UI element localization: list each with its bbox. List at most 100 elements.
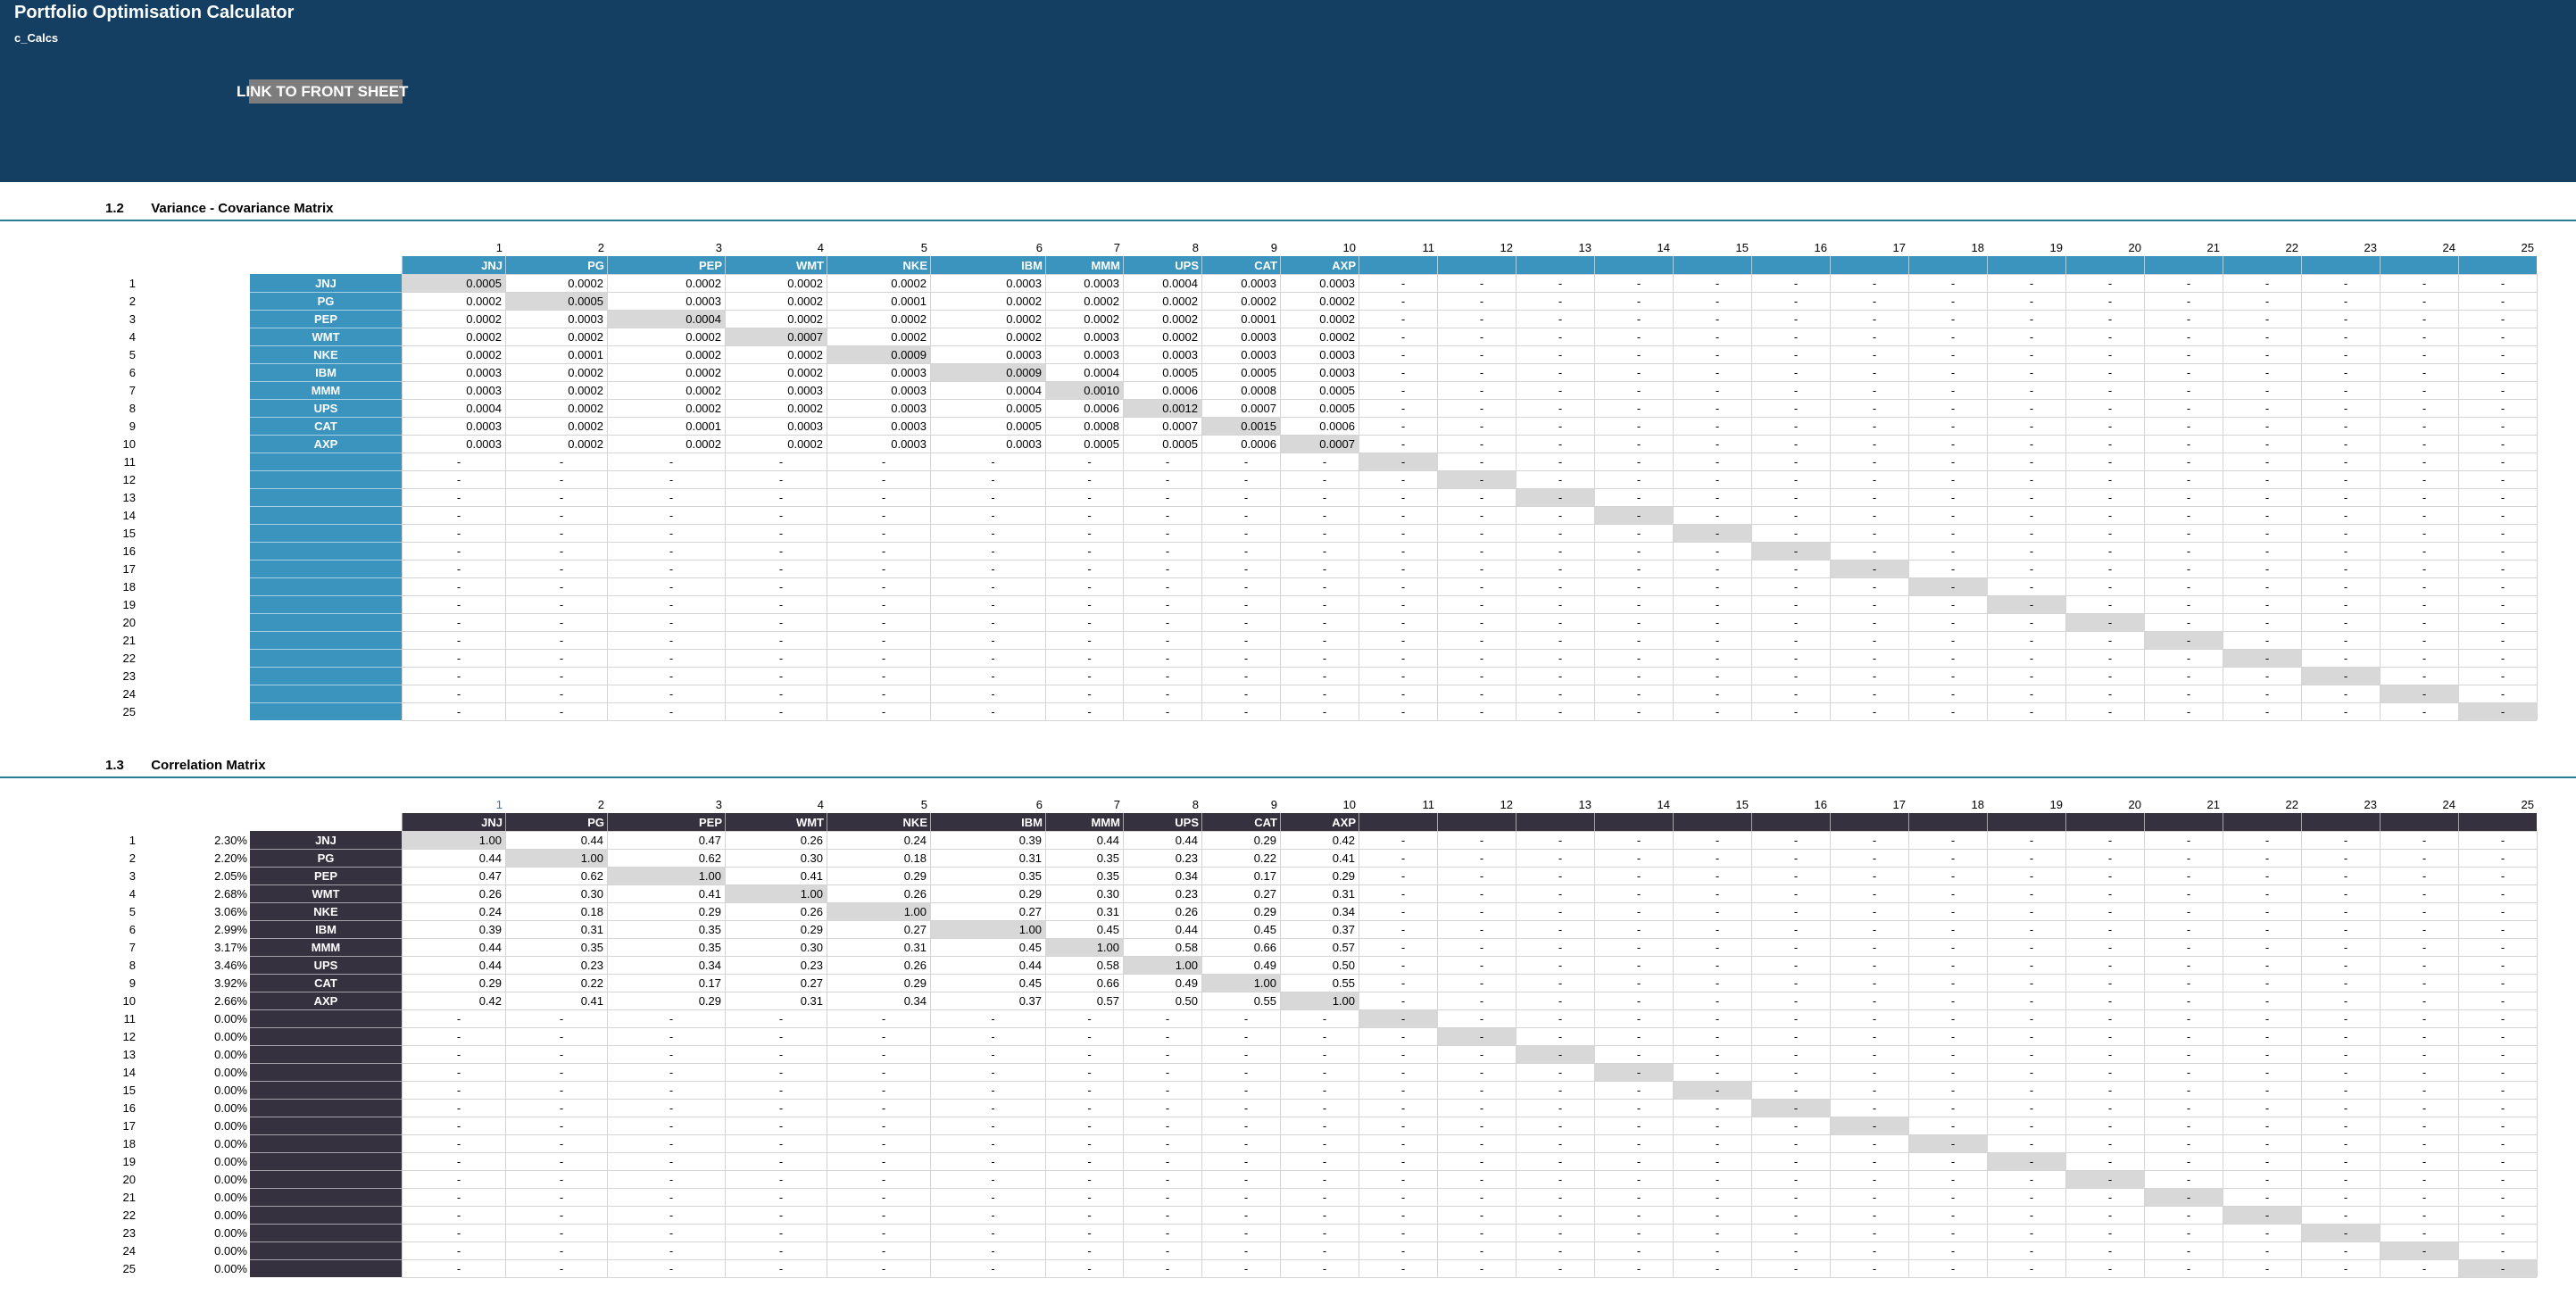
- covariance-empty-cell: -: [2265, 598, 2269, 611]
- correlation-empty-cell: -: [1087, 1119, 1091, 1133]
- covariance-cell: 0.0002: [466, 295, 502, 308]
- covariance-empty-cell: -: [1401, 598, 1405, 611]
- correlation-empty-cell: -: [2030, 1137, 2033, 1150]
- correlation-empty-cell: -: [2108, 1155, 2112, 1168]
- correlation-empty-cell: -: [2030, 1101, 2033, 1115]
- covariance-empty-cell: -: [1794, 580, 1798, 594]
- correlation-empty-cell: -: [1323, 1155, 1326, 1168]
- correlation-col-index: 12: [1500, 798, 1513, 811]
- correlation-empty-cell: -: [1401, 976, 1405, 990]
- covariance-empty-cell: -: [1558, 473, 1562, 486]
- correlation-cell: 0.17: [1254, 869, 1276, 883]
- correlation-cell: 0.35: [699, 941, 721, 954]
- covariance-empty-cell: -: [560, 455, 563, 469]
- correlation-empty-cell: -: [1401, 1119, 1405, 1133]
- covariance-row-index: 18: [123, 580, 136, 594]
- correlation-cell: 0.35: [699, 923, 721, 936]
- covariance-empty-cell: -: [2187, 455, 2190, 469]
- covariance-empty-cell: -: [560, 616, 563, 629]
- correlation-empty-cell: -: [1716, 851, 1719, 865]
- correlation-empty-cell: -: [2501, 1155, 2505, 1168]
- correlation-cell: 0.44: [479, 959, 502, 972]
- covariance-empty-cell: -: [1480, 544, 1483, 558]
- covariance-empty-cell: -: [2187, 419, 2190, 433]
- covariance-empty-cell: -: [1323, 634, 1326, 647]
- correlation-empty-cell: -: [2344, 1244, 2347, 1258]
- correlation-row-index: 7: [129, 941, 136, 954]
- correlation-section-label: Correlation Matrix: [151, 758, 266, 773]
- correlation-cell: 0.44: [581, 834, 603, 847]
- covariance-row-index: 23: [123, 669, 136, 683]
- covariance-empty-cell: -: [1558, 705, 1562, 718]
- covariance-empty-cell: -: [1716, 544, 1719, 558]
- covariance-empty-cell: -: [2422, 598, 2426, 611]
- covariance-empty-cell: -: [2030, 598, 2033, 611]
- correlation-empty-cell: -: [560, 1101, 563, 1115]
- covariance-empty-cell: -: [2108, 330, 2112, 344]
- correlation-diagonal-cell: [1830, 1117, 1908, 1134]
- covariance-empty-cell: -: [1401, 580, 1405, 594]
- covariance-empty-cell: -: [1558, 384, 1562, 397]
- covariance-empty-cell: -: [1323, 455, 1326, 469]
- covariance-empty-cell: -: [2187, 384, 2190, 397]
- covariance-matrix: 1 2 3 4 5 6 7 8 9 10 11 12 13 14 15 16 17 18 19 20 21 22 23 24 2…: [123, 241, 2538, 721]
- covariance-empty-cell: -: [2187, 652, 2190, 665]
- covariance-empty-cell: -: [457, 616, 461, 629]
- correlation-empty-cell: -: [1087, 1226, 1091, 1240]
- correlation-col-index: 22: [2286, 798, 2298, 811]
- covariance-empty-cell: -: [2030, 669, 2033, 683]
- correlation-empty-cell: -: [2265, 941, 2269, 954]
- correlation-empty-cell: -: [1558, 1137, 1562, 1150]
- correlation-empty-cell: -: [1480, 1084, 1483, 1097]
- covariance-cell: 0.0001: [891, 295, 927, 308]
- correlation-empty-cell: -: [1637, 869, 1641, 883]
- correlation-empty-cell: -: [560, 1226, 563, 1240]
- covariance-empty-cell: -: [2108, 562, 2112, 576]
- covariance-empty-cell: -: [1637, 312, 1641, 326]
- covariance-empty-cell: -: [779, 544, 783, 558]
- correlation-empty-cell: -: [1323, 1066, 1326, 1079]
- correlation-empty-cell: -: [2422, 1173, 2426, 1186]
- covariance-empty-cell: -: [2187, 580, 2190, 594]
- covariance-empty-cell: -: [1716, 598, 1719, 611]
- covariance-empty-cell: -: [457, 455, 461, 469]
- correlation-empty-cell: -: [1558, 1173, 1562, 1186]
- correlation-cell: 0.41: [699, 887, 721, 901]
- correlation-empty-cell: -: [1637, 976, 1641, 990]
- correlation-empty-cell: -: [2265, 1137, 2269, 1150]
- covariance-row-header: PG: [318, 295, 335, 308]
- covariance-empty-cell: -: [1951, 402, 1955, 415]
- correlation-cell: 1.00: [581, 851, 603, 865]
- correlation-empty-cell: -: [1716, 1048, 1719, 1061]
- covariance-empty-cell: -: [1951, 295, 1955, 308]
- correlation-empty-cell: -: [1558, 887, 1562, 901]
- covariance-empty-cell: -: [2265, 384, 2269, 397]
- covariance-empty-cell: -: [779, 598, 783, 611]
- covariance-empty-cell: -: [1558, 366, 1562, 379]
- correlation-col-index: 9: [1271, 798, 1277, 811]
- covariance-empty-cell: -: [779, 562, 783, 576]
- correlation-diagonal-cell: [2065, 1170, 2144, 1188]
- correlation-empty-cell: -: [1873, 869, 1876, 883]
- correlation-empty-cell: -: [1480, 959, 1483, 972]
- covariance-empty-cell: -: [1558, 455, 1562, 469]
- correlation-empty-cell: -: [2030, 959, 2033, 972]
- covariance-empty-cell: -: [457, 634, 461, 647]
- link-to-front-sheet-button[interactable]: LINK TO FRONT SHEET: [237, 79, 408, 104]
- correlation-cell: 0.44: [479, 941, 502, 954]
- correlation-empty-cell: -: [1951, 1155, 1955, 1168]
- correlation-empty-cell: -: [1401, 923, 1405, 936]
- covariance-row-header: JNJ: [315, 277, 337, 290]
- covariance-column-header: PEP: [699, 259, 722, 272]
- covariance-empty-cell: -: [1794, 277, 1798, 290]
- covariance-empty-cell: -: [1794, 348, 1798, 361]
- covariance-empty-cell: -: [1558, 348, 1562, 361]
- correlation-empty-cell: -: [1951, 1119, 1955, 1133]
- correlation-empty-cell: -: [1558, 1208, 1562, 1222]
- covariance-diagonal-cell: [2223, 649, 2301, 667]
- correlation-empty-cell: -: [1716, 1208, 1719, 1222]
- covariance-empty-cell: -: [1951, 705, 1955, 718]
- covariance-empty-cell: -: [1558, 509, 1562, 522]
- correlation-col-index: 20: [2129, 798, 2141, 811]
- correlation-empty-cell: -: [1794, 1030, 1798, 1043]
